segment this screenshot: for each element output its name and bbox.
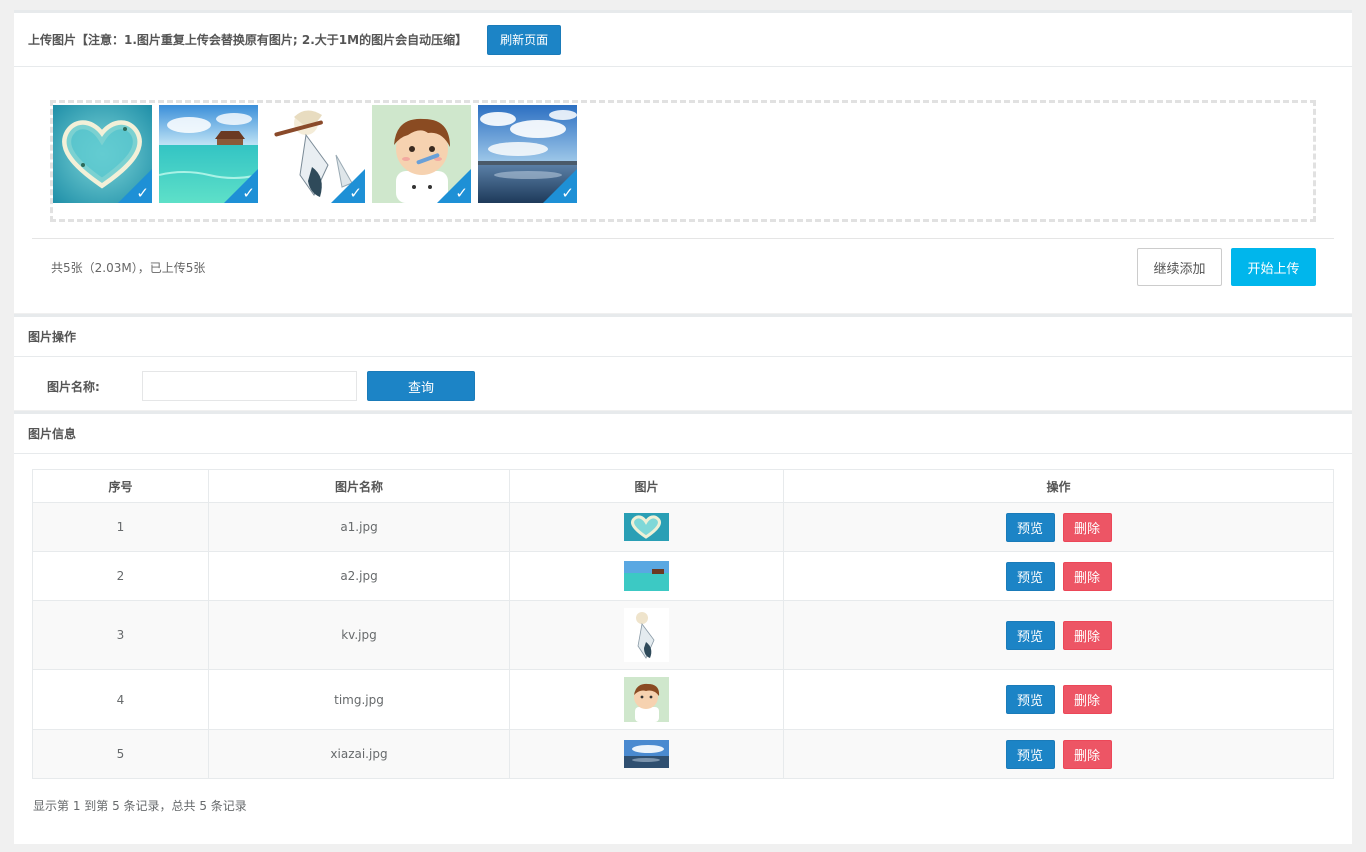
thumbnail-a2[interactable] bbox=[624, 561, 669, 591]
table-row: 1 a1.jpg 预览 删除 bbox=[32, 502, 1334, 552]
checkmark-icon: ✓ bbox=[561, 184, 574, 202]
cell-actions: 预览 删除 bbox=[783, 502, 1334, 552]
cell-index: 5 bbox=[32, 729, 209, 779]
cell-actions: 预览 删除 bbox=[783, 729, 1334, 779]
cell-image bbox=[509, 729, 784, 779]
upload-panel-header: 上传图片【注意：1.图片重复上传会替换原有图片; 2.大于1M的图片会自动压缩】… bbox=[14, 13, 1352, 67]
preview-button[interactable]: 预览 bbox=[1005, 512, 1055, 542]
upload-thumb-a1[interactable]: ✓ bbox=[53, 105, 152, 203]
cell-name: a1.jpg bbox=[208, 502, 510, 552]
checkmark-icon: ✓ bbox=[455, 184, 468, 202]
upload-panel: 上传图片【注意：1.图片重复上传会替换原有图片; 2.大于1M的图片会自动压缩】… bbox=[14, 10, 1352, 313]
checkmark-icon: ✓ bbox=[242, 184, 255, 202]
delete-button[interactable]: 删除 bbox=[1062, 739, 1112, 769]
cell-name: xiazai.jpg bbox=[208, 729, 510, 779]
preview-button[interactable]: 预览 bbox=[1005, 685, 1055, 714]
upload-thumb-xiazai[interactable]: ✓ bbox=[478, 105, 577, 203]
upload-thumb-kv[interactable]: ✓ bbox=[266, 105, 365, 203]
cell-index: 4 bbox=[32, 669, 209, 730]
cell-index: 2 bbox=[32, 551, 209, 601]
col-header-image[interactable]: 图片 bbox=[509, 469, 784, 503]
continue-add-button[interactable]: 继续添加 bbox=[1137, 248, 1222, 286]
query-button[interactable]: 查询 bbox=[367, 371, 475, 401]
delete-button[interactable]: 删除 bbox=[1062, 685, 1112, 714]
cell-name: a2.jpg bbox=[208, 551, 510, 601]
delete-button[interactable]: 删除 bbox=[1062, 620, 1112, 650]
divider bbox=[32, 238, 1334, 239]
table-row: 4 timg.jpg 预览 删除 bbox=[32, 669, 1334, 730]
cell-name: kv.jpg bbox=[208, 600, 510, 670]
pagination-info: 显示第 1 到第 5 条记录，总共 5 条记录 bbox=[33, 799, 247, 813]
preview-button[interactable]: 预览 bbox=[1005, 561, 1055, 591]
cell-image bbox=[509, 669, 784, 730]
thumbnail-kv[interactable] bbox=[624, 608, 669, 662]
upload-thumb-a2[interactable]: ✓ bbox=[159, 105, 258, 203]
image-operation-header: 图片操作 bbox=[14, 317, 1352, 357]
image-name-label: 图片名称: bbox=[47, 380, 100, 394]
cell-actions: 预览 删除 bbox=[783, 551, 1334, 601]
col-header-actions[interactable]: 操作 bbox=[783, 469, 1334, 503]
cell-image bbox=[509, 551, 784, 601]
cell-index: 3 bbox=[32, 600, 209, 670]
upload-thumb-timg[interactable]: ✓ bbox=[372, 105, 471, 203]
cell-index: 1 bbox=[32, 502, 209, 552]
cell-actions: 预览 删除 bbox=[783, 600, 1334, 670]
image-operation-title: 图片操作 bbox=[28, 330, 77, 344]
cell-actions: 预览 删除 bbox=[783, 669, 1334, 730]
delete-button[interactable]: 删除 bbox=[1062, 561, 1112, 591]
table-header-row: 序号 图片名称 图片 操作 bbox=[32, 469, 1334, 503]
thumbnail-timg[interactable] bbox=[624, 677, 669, 722]
cell-name: timg.jpg bbox=[208, 669, 510, 730]
image-info-title: 图片信息 bbox=[28, 427, 77, 441]
upload-stats: 共5张（2.03M），已上传5张 bbox=[51, 261, 206, 275]
upload-dropzone[interactable]: ✓ ✓ ✓ ✓ ✓ bbox=[50, 100, 1316, 222]
image-info-header: 图片信息 bbox=[14, 414, 1352, 454]
thumbnail-a1[interactable] bbox=[624, 513, 669, 541]
upload-panel-title: 上传图片【注意：1.图片重复上传会替换原有图片; 2.大于1M的图片会自动压缩】 bbox=[28, 33, 468, 47]
start-upload-button[interactable]: 开始上传 bbox=[1231, 248, 1316, 286]
preview-button[interactable]: 预览 bbox=[1005, 620, 1055, 650]
table-row: 2 a2.jpg 预览 删除 bbox=[32, 551, 1334, 601]
thumbnail-xiazai[interactable] bbox=[624, 740, 669, 768]
cell-image bbox=[509, 600, 784, 670]
cell-image bbox=[509, 502, 784, 552]
checkmark-icon: ✓ bbox=[136, 184, 149, 202]
image-name-input[interactable] bbox=[142, 371, 357, 401]
table-row: 5 xiazai.jpg 预览 删除 bbox=[32, 729, 1334, 779]
col-header-name[interactable]: 图片名称 bbox=[208, 469, 510, 503]
refresh-page-button[interactable]: 刷新页面 bbox=[487, 24, 562, 55]
col-header-index[interactable]: 序号 bbox=[32, 469, 209, 503]
delete-button[interactable]: 删除 bbox=[1062, 512, 1112, 542]
image-info-panel: 图片信息 序号 图片名称 图片 操作 1 a1.jpg 预览 删除 2 a2.j… bbox=[14, 411, 1352, 844]
preview-button[interactable]: 预览 bbox=[1005, 739, 1055, 769]
checkmark-icon: ✓ bbox=[349, 184, 362, 202]
image-table: 序号 图片名称 图片 操作 1 a1.jpg 预览 删除 2 a2.jpg 预览… bbox=[32, 469, 1334, 779]
table-row: 3 kv.jpg 预览 删除 bbox=[32, 600, 1334, 670]
image-operation-panel: 图片操作 图片名称: 查询 bbox=[14, 314, 1352, 410]
